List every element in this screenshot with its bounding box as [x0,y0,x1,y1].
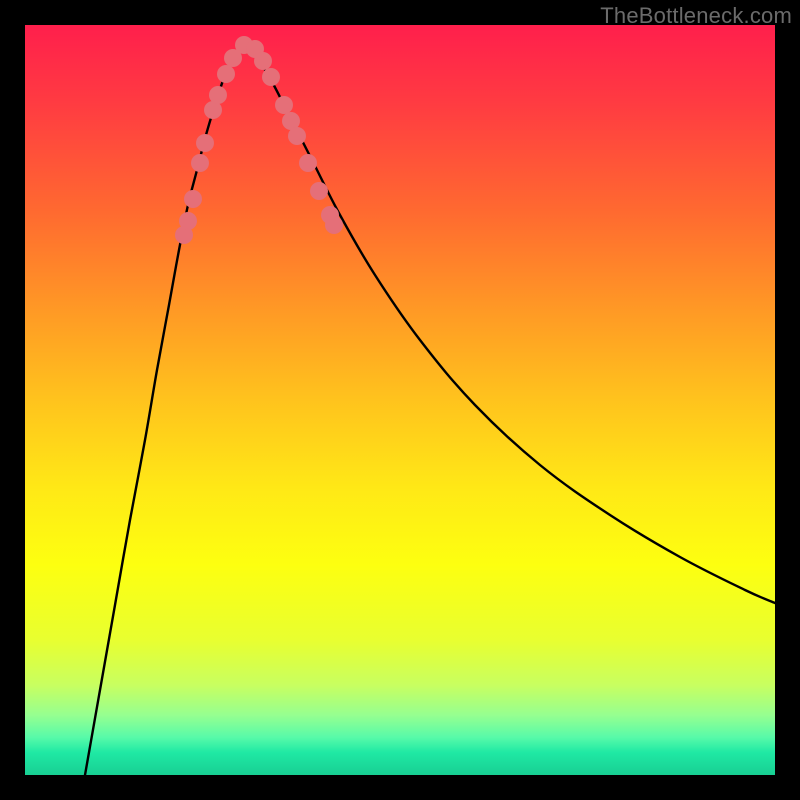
data-point [310,182,328,200]
data-point [299,154,317,172]
chart-svg [25,25,775,775]
data-point [179,212,197,230]
data-point [196,134,214,152]
data-point [191,154,209,172]
curve-left [85,45,244,775]
data-points [175,36,343,244]
curve-right [244,45,775,603]
data-point [254,52,272,70]
watermark-text: TheBottleneck.com [600,3,792,29]
data-point [288,127,306,145]
data-point [184,190,202,208]
plot-area [25,25,775,775]
data-point [262,68,280,86]
data-point [275,96,293,114]
data-point [217,65,235,83]
data-point [325,216,343,234]
data-point [209,86,227,104]
